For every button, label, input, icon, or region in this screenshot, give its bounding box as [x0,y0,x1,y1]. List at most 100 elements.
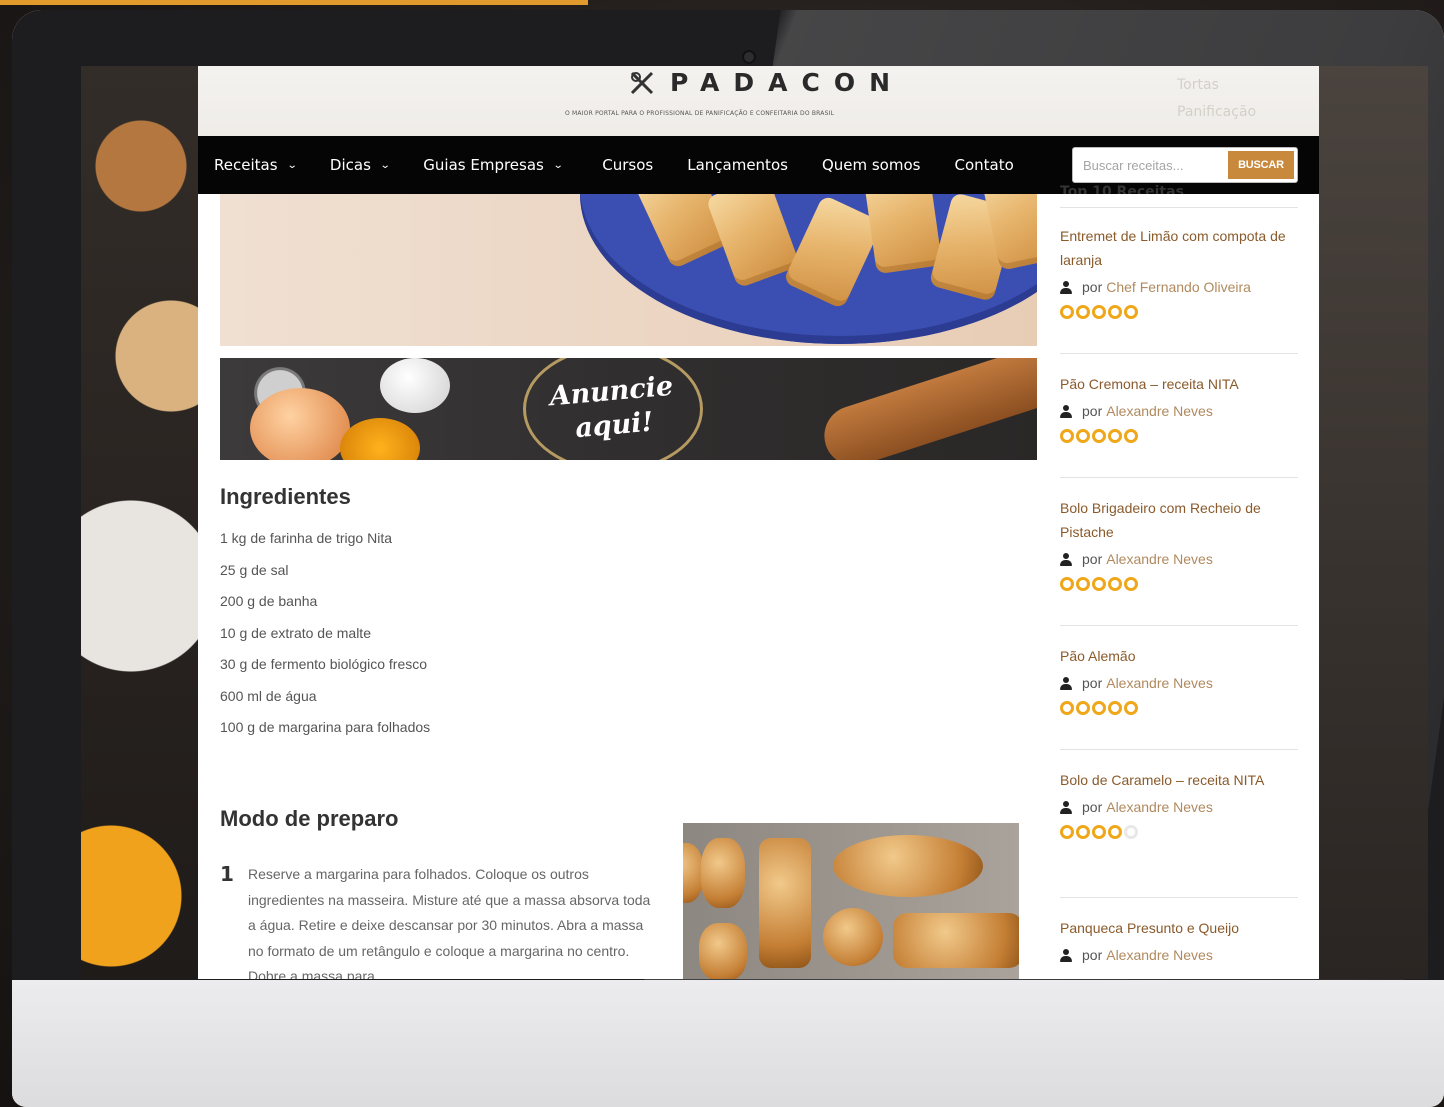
nav-item-dicas[interactable]: Dicas ⌄ [330,156,391,174]
star-filled-icon [1092,429,1106,443]
user-icon [1060,948,1072,962]
author-link[interactable]: Chef Fernando Oliveira [1106,279,1251,295]
star-rating [1060,701,1298,715]
author-link[interactable]: Alexandre Neves [1106,551,1213,567]
search-button[interactable]: BUSCAR [1228,151,1294,179]
author-link[interactable]: Alexandre Neves [1106,799,1213,815]
breads-image [683,823,1019,979]
step-text: Reserve a margarina para folhados. Coloq… [248,866,651,979]
star-filled-icon [1060,701,1074,715]
user-icon [1060,404,1072,418]
top-recipe-item: Bolo de Caramelo – receita NITA por Alexan… [1060,768,1298,839]
nav-item-label: Contato [954,156,1014,174]
pastry [863,194,943,275]
search-input[interactable] [1073,148,1226,182]
nav-item-cursos[interactable]: Cursos [602,156,653,174]
user-icon [1060,552,1072,566]
egg-image [380,358,450,413]
by-label: por [1082,403,1103,419]
star-filled-icon [1076,825,1090,839]
recipe-divider [1060,749,1298,750]
recipe-title-link[interactable]: Bolo de Caramelo – receita NITA [1060,768,1298,792]
star-filled-icon [1076,305,1090,319]
user-icon [1060,676,1072,690]
star-filled-icon [1108,701,1122,715]
nav-item-contato[interactable]: Contato [954,156,1013,174]
author-link[interactable]: Alexandre Neves [1106,403,1213,419]
recipe-author: por Alexandre Neves [1060,799,1298,815]
preparo-heading: Modo de preparo [220,806,399,831]
top-recipe-item: Panqueca Presunto e Queijo por Alexandre N… [1060,916,1298,963]
logo-text: PADACON [670,68,904,97]
star-rating [1060,305,1298,319]
star-filled-icon [1060,577,1074,591]
sidebar-divider [1060,207,1298,208]
ad-banner[interactable]: Anuncie aqui! [220,358,1037,460]
recipe-divider [1060,897,1298,898]
top-recipe-item: Pão Cremona – receita NITA por Alexandre N… [1060,372,1298,443]
star-filled-icon [1060,305,1074,319]
star-filled-icon [1060,429,1074,443]
recipe-author: por Alexandre Neves [1060,403,1298,419]
faded-category[interactable]: Tortas [1177,72,1256,99]
recipe-title-link[interactable]: Bolo Brigadeiro com Recheio de Pistache [1060,496,1298,544]
star-empty-icon [1124,825,1138,839]
recipe-author: por Alexandre Neves [1060,947,1298,963]
chevron-down-icon: ⌄ [552,159,564,171]
chevron-down-icon: ⌄ [379,159,391,171]
search-form: BUSCAR [1072,147,1298,183]
sidebar-faded-categories: Tortas Panificação [1177,72,1256,126]
nav-item-lan-amentos[interactable]: Lançamentos [687,156,788,174]
recipe-title-link[interactable]: Pão Alemão [1060,644,1298,668]
recipe-author: por Alexandre Neves [1060,675,1298,691]
recipe-author: por Chef Fernando Oliveira [1060,279,1298,295]
recipe-title-link[interactable]: Panqueca Presunto e Queijo [1060,916,1298,940]
faded-category[interactable]: Panificação [1177,99,1256,126]
bread [683,843,703,903]
author-link[interactable]: Alexandre Neves [1106,675,1213,691]
by-label: por [1082,799,1103,815]
top-recipe-item: Bolo Brigadeiro com Recheio de Pistache p… [1060,496,1298,591]
user-icon [1060,800,1072,814]
recipe-hero-image [220,194,1037,346]
top-recipe-item: Entremet de Limão com compota de laranja… [1060,224,1298,319]
nav-item-quem-somos[interactable]: Quem somos [822,156,921,174]
star-filled-icon [1092,701,1106,715]
star-filled-icon [1092,305,1106,319]
ingredients-list: 1 kg de farinha de trigo Nita 25 g de sal… [220,530,430,751]
nav-item-receitas[interactable]: Receitas ⌄ [214,156,297,174]
ingredient-item: 200 g de banha [220,593,318,609]
nav-item-label: Quem somos [821,156,921,174]
recipe-title-link[interactable]: Pão Cremona – receita NITA [1060,372,1298,396]
user-icon [1060,280,1072,294]
star-filled-icon [1060,825,1074,839]
nav-item-guias-empresas[interactable]: Guias Empresas ⌄ [423,156,564,174]
bread [823,908,883,966]
recipe-divider [1060,625,1298,626]
star-filled-icon [1092,825,1106,839]
site-logo[interactable]: PADACON [628,68,904,97]
star-filled-icon [1076,429,1090,443]
nav-item-label: Receitas [214,156,278,174]
star-filled-icon [1092,577,1106,591]
egg-image [250,388,350,460]
rolling-pin-image [816,358,1037,460]
star-filled-icon [1108,577,1122,591]
ingredient-item: 25 g de sal [220,561,289,578]
yolk-image [340,418,420,460]
recipe-divider [1060,477,1298,478]
ad-badge: Anuncie aqui! [523,358,703,460]
star-filled-icon [1124,305,1138,319]
star-filled-icon [1108,429,1122,443]
ingredient-item: 600 ml de água [220,687,317,704]
by-label: por [1082,947,1103,963]
author-link[interactable]: Alexandre Neves [1106,947,1213,963]
recipe-title-link[interactable]: Entremet de Limão com compota de laranja [1060,224,1298,272]
star-filled-icon [1076,577,1090,591]
star-rating [1060,577,1298,591]
monitor-chin [12,980,1444,1107]
by-label: por [1082,675,1103,691]
nav-menu: Receitas ⌄ Dicas ⌄ Guias Empresas ⌄ Cursos Lanç… [214,136,1014,194]
whisk-logo-icon [628,69,656,97]
top-accent-strip [0,0,588,5]
